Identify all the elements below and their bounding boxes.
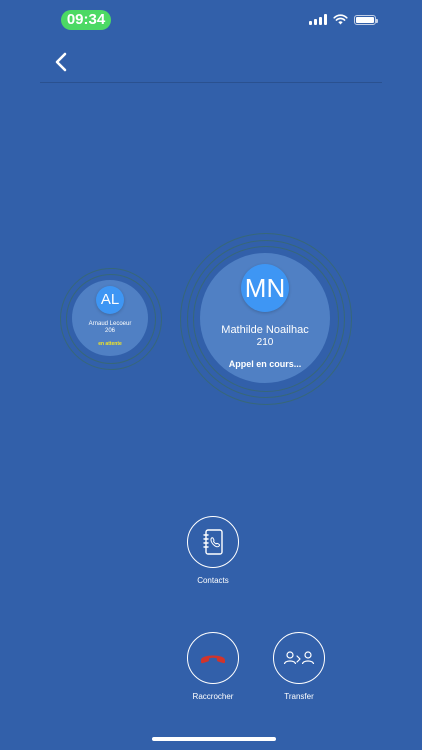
contacts-button[interactable] xyxy=(187,516,239,568)
transfer-button[interactable] xyxy=(273,632,325,684)
wifi-icon xyxy=(333,14,348,25)
contacts-action: Contacts xyxy=(180,516,246,585)
hangup-label: Raccrocher xyxy=(192,692,234,701)
transfer-action: Transfer xyxy=(266,632,332,701)
caller-avatar: MN xyxy=(241,264,289,312)
call-status: Appel en cours... xyxy=(228,359,302,369)
nav-bar xyxy=(40,44,382,83)
transfer-label: Transfer xyxy=(284,692,314,701)
hangup-action: Raccrocher xyxy=(180,632,246,701)
status-time: 09:34 xyxy=(61,10,111,30)
contacts-label: Contacts xyxy=(197,576,229,585)
caller-name: Mathilde Noailhac xyxy=(221,324,309,336)
caller-name: Arnaud Lecoeur xyxy=(88,321,132,327)
caller-avatar: AL xyxy=(96,286,124,314)
caller-number: 210 xyxy=(256,337,274,348)
hangup-button[interactable] xyxy=(187,632,239,684)
call-status: en attente xyxy=(98,341,122,347)
status-icons xyxy=(309,14,378,25)
transfer-icon xyxy=(283,651,315,665)
caller-number: 206 xyxy=(104,328,115,334)
address-book-icon xyxy=(203,529,223,555)
home-indicator xyxy=(152,737,276,741)
status-bar: 09:34 xyxy=(0,0,422,40)
chevron-left-icon xyxy=(55,52,67,72)
battery-icon xyxy=(354,14,378,25)
back-button[interactable] xyxy=(48,48,76,76)
cellular-signal-icon xyxy=(309,14,327,25)
hang-up-icon xyxy=(201,655,225,664)
